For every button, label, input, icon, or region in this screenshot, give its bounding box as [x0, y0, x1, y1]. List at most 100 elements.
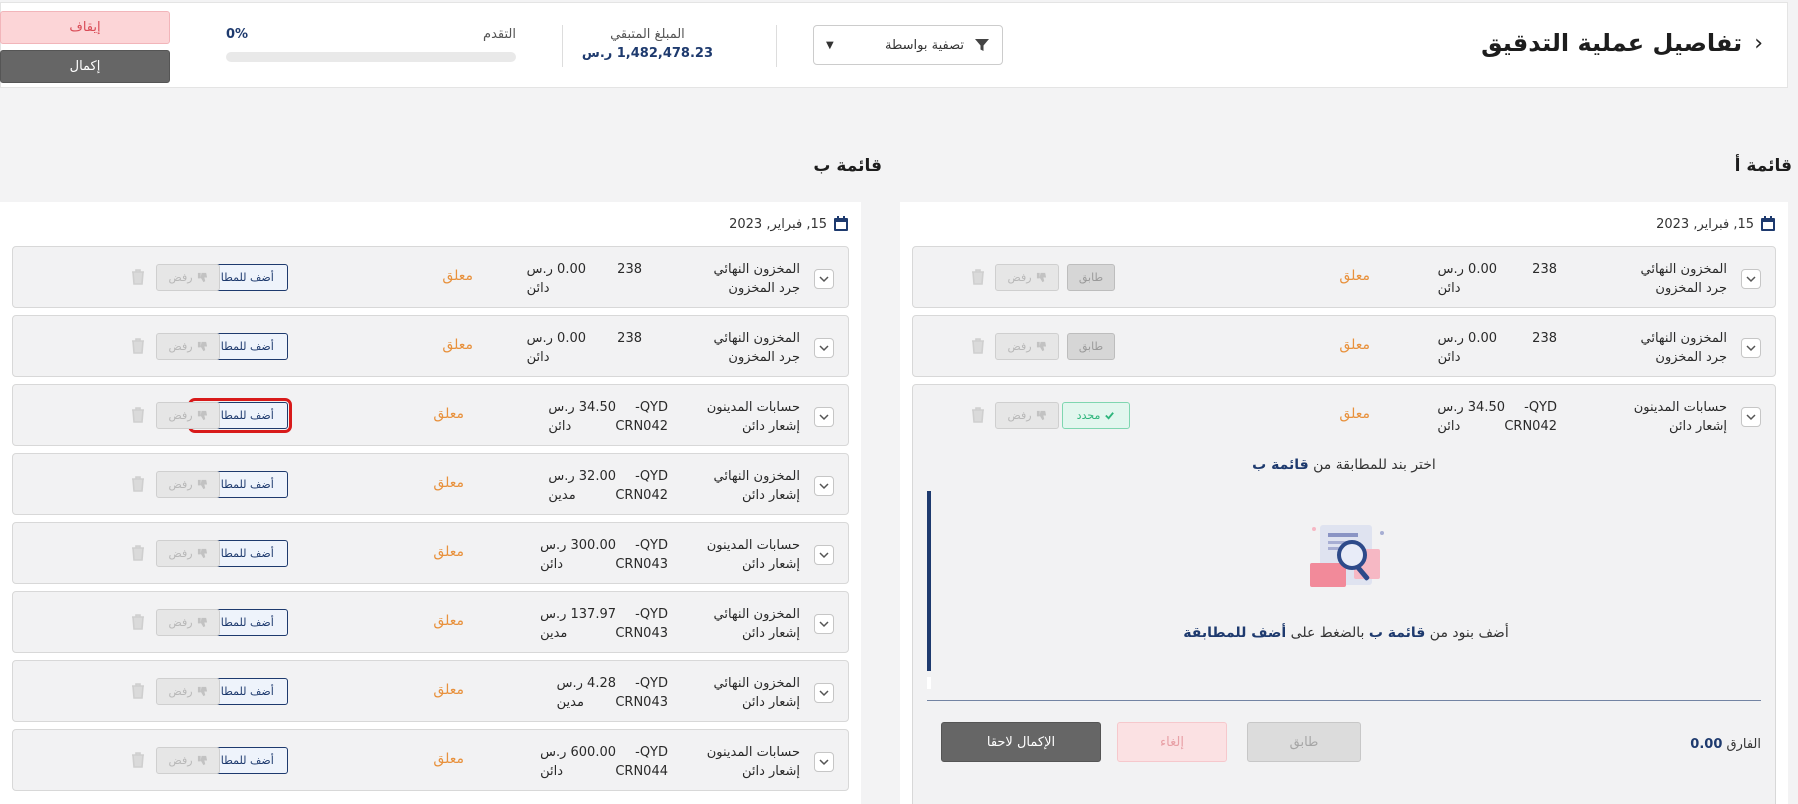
list-item[interactable]: حسابات المدينون إشعار دائن QYD- CRN044 600.0… — [12, 729, 849, 791]
page-title: تفاصيل عملية التدقيق — [1481, 29, 1743, 57]
reject-button[interactable]: رفض — [156, 264, 220, 291]
expand-button[interactable] — [814, 407, 834, 427]
chevron-down-icon — [1746, 276, 1756, 283]
reference-cell: QYD- CRN042 — [615, 398, 668, 436]
thumbs-down-icon — [1036, 272, 1046, 283]
chevron-down-icon — [819, 345, 829, 352]
expand-button[interactable] — [1741, 338, 1761, 358]
reject-label: رفض — [168, 547, 193, 560]
reject-button[interactable]: رفض — [995, 333, 1059, 360]
reject-button[interactable]: رفض — [156, 540, 220, 567]
account-cell: المخزون النهائي إشعار دائن — [713, 467, 800, 505]
expand-button[interactable] — [1741, 407, 1761, 427]
prompt-text: اختر بند للمطابقة من — [1313, 457, 1436, 473]
list-item[interactable]: المخزون النهائي جرد المخزون 238 0.00 ر.س د… — [912, 246, 1776, 308]
account-sub: إشعار دائن — [741, 695, 800, 710]
reject-label: رفض — [168, 616, 193, 629]
account-name: المخزون النهائي — [1640, 262, 1727, 277]
trash-icon[interactable] — [131, 545, 145, 561]
list-a-title: قائمة أ — [1734, 156, 1792, 176]
thumbs-down-icon — [197, 410, 207, 421]
complete-later-button[interactable]: الإكمال لاحقا — [941, 722, 1101, 762]
amount-side: مدين — [548, 488, 576, 503]
trash-icon[interactable] — [131, 338, 145, 354]
trash-icon[interactable] — [131, 269, 145, 285]
amount-cell: 0.00 ر.س دائن — [1438, 329, 1497, 367]
trash-icon[interactable] — [131, 752, 145, 768]
amount-cell: 34.50 ر.س دائن — [548, 398, 616, 436]
match-confirm-button[interactable]: طابق — [1247, 722, 1361, 762]
trash-icon[interactable] — [131, 407, 145, 423]
reject-label: رفض — [1007, 409, 1032, 422]
amount-side: دائن — [526, 350, 550, 365]
reference: 238 — [617, 331, 642, 346]
list-item[interactable]: المخزون النهائي جرد المخزون 238 0.00 ر.س د… — [912, 315, 1776, 377]
expand-button[interactable] — [814, 683, 834, 703]
account-sub: إشعار دائن — [1668, 419, 1727, 434]
account-name: المخزون النهائي — [713, 262, 800, 277]
account-name: حسابات المدينون — [1633, 400, 1727, 415]
list-item[interactable]: المخزون النهائي إشعار دائن QYD- CRN043 137.9… — [12, 591, 849, 653]
list-item[interactable]: المخزون النهائي إشعار دائن QYD- CRN042 32.00… — [12, 453, 849, 515]
reject-label: رفض — [168, 685, 193, 698]
divider — [776, 25, 777, 67]
status-badge: معلق — [433, 406, 464, 422]
reject-button[interactable]: رفض — [156, 333, 220, 360]
account-cell: المخزون النهائي جرد المخزون — [713, 260, 800, 298]
selected-button[interactable]: محدد — [1062, 402, 1130, 429]
list-item[interactable]: حسابات المدينون إشعار دائن QYD- CRN042 34.50… — [12, 384, 849, 446]
reference-cell: 238 — [1532, 329, 1557, 348]
amount: 4.28 ر.س — [556, 676, 616, 691]
complete-button[interactable]: إكمال — [0, 50, 170, 83]
match-button[interactable]: طابق — [1067, 333, 1115, 360]
reference-cell: QYD- CRN042 — [1504, 398, 1557, 436]
list-item-expanded[interactable]: حسابات المدينون إشعار دائن QYD- CRN042 34.… — [912, 384, 1776, 804]
reference: QYD- — [635, 676, 668, 691]
match-area: اختر بند للمطابقة من قائمة ب أضف بنود من… — [927, 457, 1761, 804]
expand-button[interactable] — [814, 752, 834, 772]
expand-button[interactable] — [1741, 269, 1761, 289]
trash-icon[interactable] — [131, 683, 145, 699]
cancel-button[interactable]: إلغاء — [1117, 722, 1227, 762]
reject-label: رفض — [168, 271, 193, 284]
expand-button[interactable] — [814, 338, 834, 358]
reject-button[interactable]: رفض — [156, 402, 220, 429]
match-button[interactable]: طابق — [1067, 264, 1115, 291]
account-name: حسابات المدينون — [706, 400, 800, 415]
account-cell: المخزون النهائي إشعار دائن — [713, 674, 800, 712]
filter-dropdown[interactable]: تصفية بواسطة ▼ — [813, 25, 1003, 65]
list-b-title: قائمة ب — [813, 156, 882, 176]
amount-side: دائن — [1437, 281, 1461, 296]
status-badge: معلق — [433, 613, 464, 629]
trash-icon[interactable] — [131, 614, 145, 630]
progress-label: التقدم — [483, 27, 516, 42]
amount-cell: 34.50 ر.س دائن — [1437, 398, 1505, 436]
reject-button[interactable]: رفض — [995, 264, 1059, 291]
progress-percent: 0% — [226, 27, 249, 42]
expand-button[interactable] — [814, 545, 834, 565]
list-b-date: 15, فبراير, 2023 — [729, 216, 849, 232]
thumbs-down-icon — [1036, 341, 1046, 352]
reject-button[interactable]: رفض — [156, 471, 220, 498]
stop-button[interactable]: إيقاف — [0, 11, 170, 44]
reject-button[interactable]: رفض — [156, 747, 220, 774]
chevron-down-icon — [1746, 345, 1756, 352]
list-item[interactable]: المخزون النهائي جرد المخزون 238 0.00 ر.س دائ… — [12, 246, 849, 308]
list-item[interactable]: المخزون النهائي إشعار دائن QYD- CRN043 4.28 … — [12, 660, 849, 722]
expand-button[interactable] — [814, 269, 834, 289]
thumbs-down-icon — [197, 479, 207, 490]
back-chevron-icon[interactable]: ‹ — [1754, 31, 1763, 56]
trash-icon[interactable] — [971, 269, 985, 285]
reject-button[interactable]: رفض — [995, 402, 1059, 429]
expand-button[interactable] — [814, 476, 834, 496]
reject-button[interactable]: رفض — [156, 678, 220, 705]
reject-button[interactable]: رفض — [156, 609, 220, 636]
list-item[interactable]: المخزون النهائي جرد المخزون 238 0.00 ر.س دائ… — [12, 315, 849, 377]
trash-icon[interactable] — [131, 476, 145, 492]
list-item[interactable]: حسابات المدينون إشعار دائن QYD- CRN043 300.0… — [12, 522, 849, 584]
trash-icon[interactable] — [971, 338, 985, 354]
expand-button[interactable] — [814, 614, 834, 634]
reference-sub: CRN042 — [615, 419, 668, 434]
trash-icon[interactable] — [971, 407, 985, 423]
divider — [562, 25, 563, 67]
